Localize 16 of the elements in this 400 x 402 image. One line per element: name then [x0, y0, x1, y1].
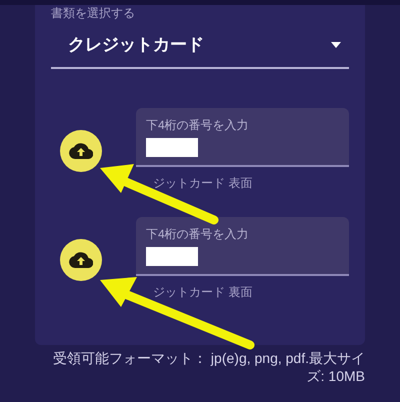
- format-note: 受領可能フォーマット： jp(e)g, png, pdf.最大サイズ: 10MB: [52, 349, 365, 385]
- cloud-upload-icon: [69, 143, 93, 159]
- dropdown-caret-icon: [331, 42, 341, 48]
- upload-caption: ジットカード 表面: [152, 175, 254, 191]
- redaction-mark: [146, 138, 198, 157]
- card-number-field[interactable]: 下4桁の番号を入力: [136, 217, 349, 276]
- cloud-upload-icon: [69, 252, 93, 268]
- document-select[interactable]: クレジットカード: [51, 23, 349, 69]
- upload-button[interactable]: [60, 130, 102, 172]
- redaction-mark: [146, 247, 198, 266]
- field-label: 下4桁の番号を入力: [146, 117, 250, 133]
- card-number-field[interactable]: 下4桁の番号を入力: [136, 108, 349, 167]
- upload-button[interactable]: [60, 239, 102, 281]
- field-label: 下4桁の番号を入力: [146, 226, 250, 242]
- select-label: 書類を選択する: [51, 5, 136, 21]
- upload-caption: ジットカード 裏面: [152, 284, 254, 300]
